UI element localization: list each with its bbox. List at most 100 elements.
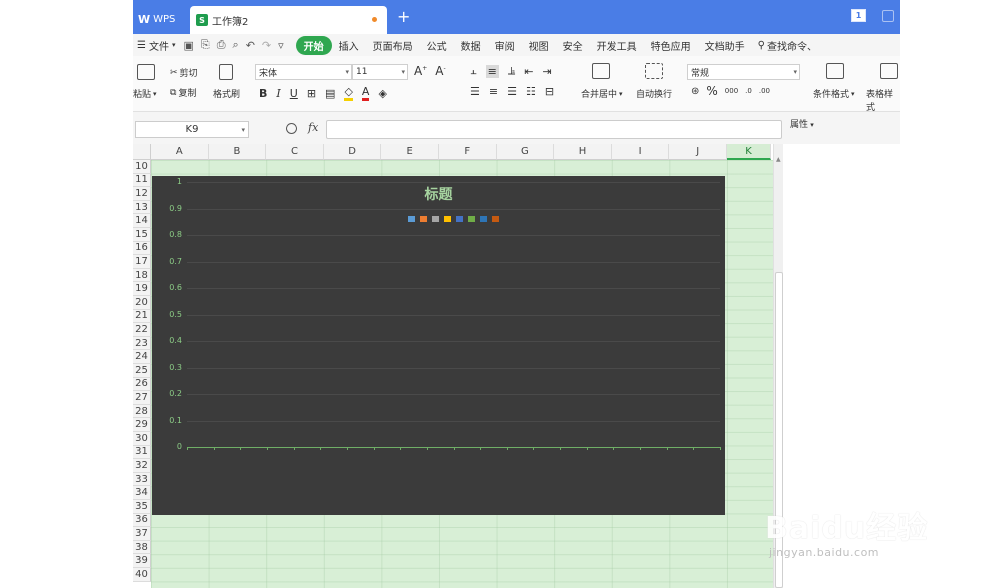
row-header-12[interactable]: 12	[133, 187, 151, 201]
row-header-18[interactable]: 18	[133, 268, 151, 283]
indent-decrease-icon[interactable]: ⇤	[524, 65, 533, 78]
justify-icon[interactable]: ☷	[526, 85, 536, 98]
column-header-k[interactable]: K	[727, 144, 771, 160]
row-header-15[interactable]: 15	[133, 228, 151, 242]
row-header-29[interactable]: 29	[133, 418, 151, 432]
cut-button[interactable]: ✂ 剪切	[170, 66, 198, 80]
merge-center-icon[interactable]	[592, 63, 610, 79]
percent-icon[interactable]: %	[706, 84, 717, 98]
row-header-40[interactable]: 40	[133, 568, 151, 582]
wrap-text-icon[interactable]	[645, 63, 663, 79]
menu-insert[interactable]: 插入	[332, 38, 366, 53]
paste-button[interactable]	[137, 64, 155, 80]
row-header-23[interactable]: 23	[133, 336, 151, 351]
column-header-h[interactable]: H	[554, 144, 612, 160]
print-icon[interactable]: ⎙	[217, 38, 226, 52]
border-icon[interactable]: ⊞	[307, 87, 316, 100]
thousands-icon[interactable]: 000	[725, 87, 738, 95]
row-header-34[interactable]: 34	[133, 486, 151, 500]
copy-button[interactable]: ⧉ 复制	[170, 86, 196, 100]
merge-center-button[interactable]: 合并居中 ▾	[581, 87, 623, 101]
decrease-font-icon[interactable]: A-	[435, 64, 445, 78]
fill-color-icon[interactable]: ◇	[344, 85, 353, 101]
column-header-a[interactable]: A	[151, 144, 209, 160]
row-header-11[interactable]: 11	[133, 173, 151, 188]
column-header-j[interactable]: J	[669, 144, 727, 160]
row-header-24[interactable]: 24	[133, 350, 151, 364]
row-header-25[interactable]: 25	[133, 364, 151, 378]
align-bottom-icon[interactable]: ⫡	[508, 64, 515, 78]
legend-swatch-3[interactable]	[432, 216, 439, 222]
column-header-e[interactable]: E	[381, 144, 439, 160]
cloud-sync-icon[interactable]	[882, 9, 894, 22]
select-all-corner[interactable]	[133, 144, 151, 160]
row-header-21[interactable]: 21	[133, 309, 151, 324]
row-header-33[interactable]: 33	[133, 472, 151, 487]
row-header-13[interactable]: 13	[133, 200, 151, 215]
distribute-icon[interactable]: ⊟	[545, 85, 554, 98]
formula-input[interactable]	[326, 120, 782, 139]
indent-increase-icon[interactable]: ⇥	[542, 65, 551, 78]
row-header-32[interactable]: 32	[133, 459, 151, 473]
legend-swatch-2[interactable]	[420, 216, 427, 222]
chart-title[interactable]: 标题	[152, 184, 725, 204]
redo-icon[interactable]: ↷	[262, 39, 271, 52]
function-icon[interactable]: fx	[308, 121, 318, 134]
menu-doc-assistant[interactable]: 文档助手	[698, 38, 752, 53]
legend-swatch-5[interactable]	[456, 216, 463, 222]
menu-features[interactable]: 特色应用	[644, 38, 698, 53]
chart-legend[interactable]	[408, 216, 499, 222]
legend-swatch-7[interactable]	[480, 216, 487, 222]
table-style-icon[interactable]	[880, 63, 898, 79]
name-box[interactable]: K9 ▾	[135, 121, 249, 138]
clear-format-icon[interactable]: ◈	[378, 87, 386, 100]
chart[interactable]: 标题 1 0.9 0.8 0.7 0.6 0.5 0.4 0.3 0.2 0.1 0	[152, 176, 725, 515]
column-header-i[interactable]: I	[611, 144, 670, 160]
menu-formulas[interactable]: 公式	[420, 38, 454, 53]
document-tab[interactable]: S 工作簿2	[190, 6, 387, 34]
row-header-22[interactable]: 22	[133, 323, 151, 337]
legend-swatch-1[interactable]	[408, 216, 415, 222]
customize-icon[interactable]: ▿	[278, 39, 284, 52]
menu-data[interactable]: 数据	[454, 38, 488, 53]
menu-security[interactable]: 安全	[556, 38, 590, 53]
currency-icon[interactable]: ⊛	[691, 86, 699, 97]
undo-icon[interactable]: ↶	[246, 39, 255, 52]
underline-icon[interactable]: U	[290, 87, 298, 100]
decrease-decimal-icon[interactable]: .00	[759, 87, 770, 95]
font-color-icon[interactable]: A	[361, 85, 370, 101]
row-header-17[interactable]: 17	[133, 255, 151, 269]
row-header-20[interactable]: 20	[133, 296, 151, 310]
command-search[interactable]: ⚲ 查找命令、	[758, 38, 817, 53]
font-name-select[interactable]: 宋体 ▾	[255, 64, 352, 80]
format-painter-icon[interactable]	[219, 64, 233, 80]
row-header-37[interactable]: 37	[133, 527, 151, 541]
italic-icon[interactable]: I	[276, 87, 280, 100]
column-header-f[interactable]: F	[439, 144, 497, 160]
row-header-10[interactable]: 10	[133, 160, 151, 174]
row-header-39[interactable]: 39	[133, 554, 151, 568]
wrap-text-button[interactable]: 自动换行	[636, 87, 672, 100]
row-header-28[interactable]: 28	[133, 404, 151, 419]
save-icon[interactable]: ▣	[183, 39, 193, 52]
increase-font-icon[interactable]: A+	[414, 64, 427, 78]
print-preview-icon[interactable]: ⌕	[233, 38, 239, 52]
row-header-14[interactable]: 14	[133, 214, 151, 228]
file-menu[interactable]: ☰ 文件 ▾	[133, 38, 175, 53]
window-count-badge[interactable]: 1	[851, 9, 866, 22]
column-header-c[interactable]: C	[266, 144, 324, 160]
row-header-26[interactable]: 26	[133, 377, 151, 392]
align-left-icon[interactable]: ☰	[470, 85, 480, 98]
column-header-g[interactable]: G	[496, 144, 555, 160]
export-icon[interactable]: ⎘	[201, 38, 210, 52]
align-top-icon[interactable]: ⫠	[470, 64, 477, 78]
attributes-panel-title[interactable]: 属性 ▾	[790, 117, 814, 130]
row-header-27[interactable]: 27	[133, 391, 151, 405]
conditional-format-button[interactable]: 条件格式 ▾	[813, 87, 855, 101]
menu-view[interactable]: 视图	[522, 38, 556, 53]
row-header-38[interactable]: 38	[133, 540, 151, 555]
row-header-30[interactable]: 30	[133, 432, 151, 446]
row-header-35[interactable]: 35	[133, 500, 151, 514]
font-size-select[interactable]: 11 ▾	[352, 64, 408, 80]
menu-home[interactable]: 开始	[295, 35, 332, 55]
